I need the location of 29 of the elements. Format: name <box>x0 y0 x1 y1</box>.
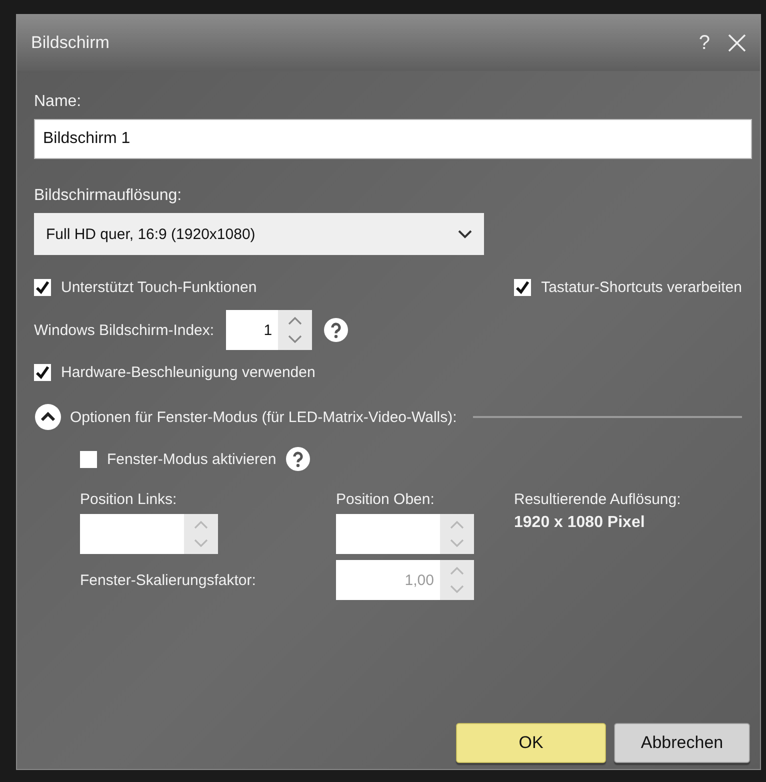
close-icon[interactable] <box>728 34 746 52</box>
checkbox[interactable] <box>80 450 97 468</box>
field-label: Windows Bildschirm-Index: <box>34 322 214 338</box>
help-button[interactable]: ? <box>698 32 710 54</box>
collapse-icon[interactable] <box>34 403 62 431</box>
cancel-button[interactable]: Abbrechen <box>614 723 750 763</box>
checkbox-label: Fenster-Modus aktivieren <box>107 450 276 468</box>
chevron-down-icon <box>458 229 472 239</box>
field-label: Name: <box>34 93 82 111</box>
name-field[interactable]: Bildschirm 1 <box>34 119 752 159</box>
checkbox-label: Hardware-Beschleunigung verwenden <box>61 364 316 381</box>
resolution-value: 1920 x 1080 Pixel <box>514 514 646 533</box>
checkbox[interactable] <box>34 279 51 296</box>
checkbox[interactable] <box>514 279 532 296</box>
window-title: Bildschirm <box>31 33 110 53</box>
checkbox[interactable] <box>34 364 51 381</box>
help-icon[interactable] <box>286 447 310 471</box>
checkbox-label: Tastatur-Shortcuts verarbeiten <box>541 279 742 296</box>
help-icon[interactable] <box>324 318 348 342</box>
field-label: Resultierende Auflösung: <box>514 491 682 508</box>
resolution-dropdown[interactable]: Full HD quer, 16:9 (1920x1080) <box>34 213 484 255</box>
checkbox-label: Unterstützt Touch-Funktionen <box>61 279 257 296</box>
field-label: Position Oben: <box>336 491 436 508</box>
ok-button[interactable]: OK <box>456 723 606 763</box>
number-spinner[interactable]: 1 <box>226 310 312 350</box>
field-label: Position Links: <box>80 491 178 508</box>
section-title: Optionen für Fenster-Modus (für LED-Matrix-Video-Walls): <box>70 408 457 426</box>
field-label: Fenster-Skalierungsfaktor: <box>80 572 257 588</box>
field-label: Bildschirmauflösung: <box>34 187 183 205</box>
